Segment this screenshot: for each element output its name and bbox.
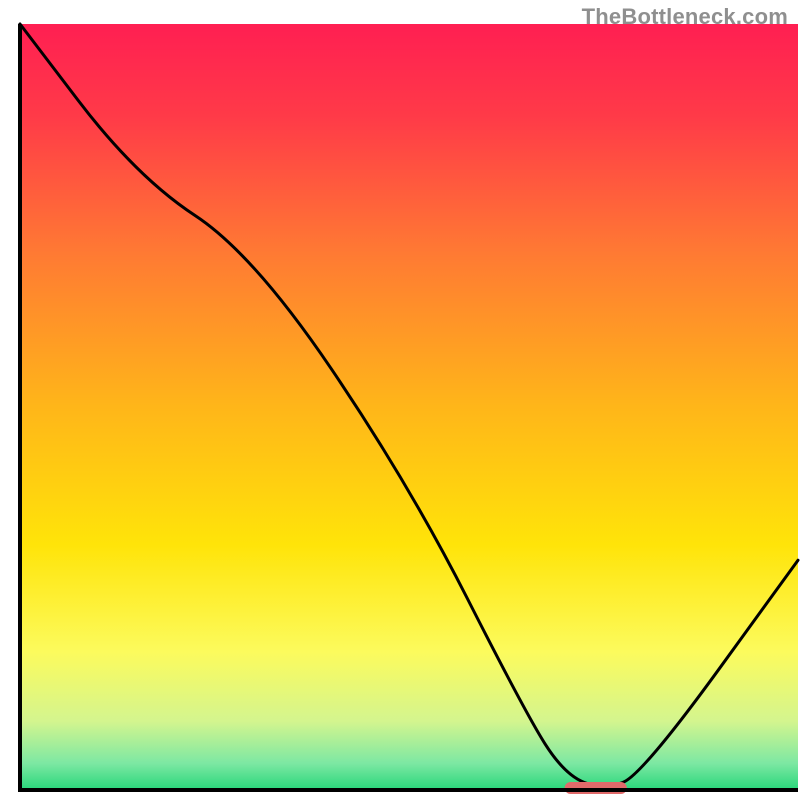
plot-background: [20, 24, 798, 790]
watermark-text: TheBottleneck.com: [582, 4, 788, 30]
bottleneck-chart: TheBottleneck.com: [0, 0, 800, 800]
chart-canvas: [0, 0, 800, 800]
